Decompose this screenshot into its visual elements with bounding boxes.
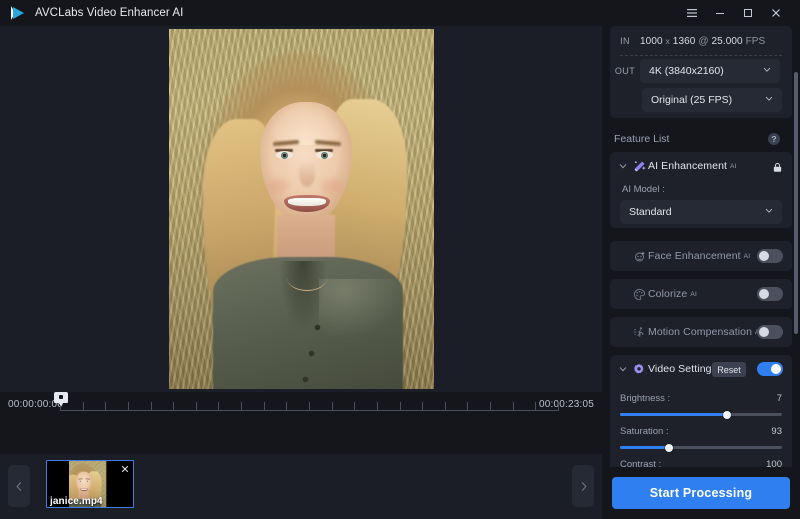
feature-card-ai-enhancement[interactable]: AI Enhancement AI AI Model : Standard — [610, 152, 792, 228]
video-preview-area[interactable] — [0, 26, 602, 392]
video-settings-toggle[interactable] — [757, 362, 783, 376]
palette-icon — [630, 288, 648, 301]
brightness-slider[interactable] — [620, 410, 782, 419]
title-bar: AVCLabs Video Enhancer AI — [0, 0, 800, 26]
input-height: 1360 — [672, 35, 696, 47]
start-processing-bar: Start Processing — [602, 467, 800, 519]
colorize-header[interactable]: Colorize AI — [610, 279, 792, 309]
feature-list-header: Feature List ? — [614, 130, 792, 148]
brightness-row: Brightness : 7 — [620, 393, 782, 407]
ai-badge: AI — [743, 252, 751, 260]
saturation-value: 93 — [771, 426, 782, 437]
playhead-marker[interactable] — [54, 392, 68, 406]
chevron-down-icon — [764, 94, 774, 107]
gear-icon — [630, 363, 648, 375]
ai-enhancement-label: AI Enhancement — [648, 160, 728, 172]
video-settings-header[interactable]: Video Settings Reset — [610, 355, 792, 383]
settings-panel: IN 1000 x 1360 @ 25.000 FPS OUT 4K (3840… — [602, 26, 800, 519]
output-fps-value: Original (25 FPS) — [651, 94, 733, 106]
chevron-right-icon[interactable] — [572, 465, 594, 507]
input-width: 1000 — [640, 35, 663, 47]
ai-enhancement-header[interactable]: AI Enhancement AI — [610, 152, 792, 180]
saturation-slider[interactable] — [620, 443, 782, 452]
help-icon[interactable]: ? — [768, 133, 780, 145]
hamburger-icon[interactable] — [678, 0, 706, 26]
output-resolution-select[interactable]: 4K (3840x2160) — [640, 59, 780, 83]
brightness-value: 7 — [776, 393, 782, 404]
reset-button[interactable]: Reset — [712, 362, 746, 377]
close-icon[interactable] — [762, 0, 790, 26]
ai-badge: AI — [690, 290, 698, 298]
chevron-left-icon[interactable] — [8, 465, 30, 507]
feature-list-label: Feature List — [614, 133, 670, 145]
output-fps-select[interactable]: Original (25 FPS) — [642, 88, 782, 112]
window-controls — [678, 0, 800, 26]
ai-model-value: Standard — [629, 206, 672, 218]
ai-model-select[interactable]: Standard — [620, 200, 782, 224]
settings-scrollbar[interactable] — [794, 72, 798, 334]
in-label: IN — [620, 36, 630, 46]
motion-compensation-header[interactable]: Motion Compensation AI — [610, 317, 792, 347]
output-resolution-row: OUT 4K (3840x2160) — [610, 58, 792, 84]
maximize-icon[interactable] — [734, 0, 762, 26]
start-processing-button[interactable]: Start Processing — [612, 477, 790, 509]
saturation-label: Saturation : — [620, 426, 669, 437]
colorize-toggle[interactable] — [757, 287, 783, 301]
chevron-down-icon[interactable] — [618, 364, 630, 374]
filmstrip-item-filename: janice.mp4 — [50, 496, 103, 507]
ai-model-label: AI Model : — [622, 184, 665, 195]
feature-card-face-enhancement[interactable]: Face Enhancement AI — [610, 241, 792, 271]
preview-image — [169, 29, 434, 389]
feature-card-colorize[interactable]: Colorize AI — [610, 279, 792, 309]
face-enhancement-toggle[interactable] — [757, 249, 783, 263]
face-enhancement-label: Face Enhancement — [648, 250, 741, 262]
ai-badge: AI — [730, 162, 737, 170]
timeline[interactable]: 00:00:00:00 00:00:23:05 Add — [0, 392, 602, 454]
filmstrip-item-janice[interactable]: janice.mp4 — [46, 460, 134, 508]
output-resolution-value: 4K (3840x2160) — [649, 65, 724, 77]
motion-compensation-toggle[interactable] — [757, 325, 783, 339]
video-frame — [169, 29, 434, 389]
input-info-row: IN 1000 x 1360 @ 25.000 FPS — [610, 30, 792, 52]
help-icon-glyph: ? — [771, 134, 777, 144]
settings-scroll-area[interactable]: IN 1000 x 1360 @ 25.000 FPS OUT 4K (3840… — [602, 26, 800, 476]
timeline-ticks — [60, 402, 559, 411]
motion-icon — [630, 326, 648, 339]
start-processing-label: Start Processing — [649, 486, 753, 500]
app-title: AVCLabs Video Enhancer AI — [35, 7, 184, 19]
app-logo-icon — [8, 3, 28, 23]
feature-card-motion-compensation[interactable]: Motion Compensation AI — [610, 317, 792, 347]
timeline-ruler[interactable]: 00:00:00:00 00:00:23:05 — [0, 392, 602, 418]
io-divider — [620, 55, 782, 56]
out-label: OUT — [614, 66, 636, 76]
face-enhancement-header[interactable]: Face Enhancement AI — [610, 241, 792, 271]
remove-item-close-icon[interactable] — [119, 463, 130, 474]
magic-sparkle-icon — [630, 160, 648, 173]
chevron-down-icon — [762, 65, 772, 78]
video-settings-label: Video Settings — [648, 363, 717, 375]
input-fps-unit: FPS — [745, 35, 766, 47]
reset-button-label: Reset — [717, 364, 741, 375]
input-spec: 1000 x 1360 @ 25.000 FPS — [640, 36, 765, 47]
io-card: IN 1000 x 1360 @ 25.000 FPS OUT 4K (3840… — [610, 26, 792, 118]
app-window: AVCLabs Video Enhancer AI 00:00:00:00 00… — [0, 0, 800, 519]
colorize-label: Colorize — [648, 288, 688, 300]
input-fps-value: 25.000 — [711, 35, 743, 47]
lock-icon — [772, 160, 783, 178]
feature-card-video-settings[interactable]: Video Settings Reset Brightness : 7 Satu… — [610, 355, 792, 476]
motion-compensation-label: Motion Compensation — [648, 326, 753, 338]
input-dimension-separator: x — [665, 35, 670, 46]
input-at-symbol: @ — [698, 35, 709, 47]
brightness-label: Brightness : — [620, 393, 671, 404]
minimize-icon[interactable] — [706, 0, 734, 26]
chevron-down-icon — [764, 206, 774, 219]
face-icon — [630, 250, 648, 263]
chevron-down-icon[interactable] — [618, 161, 630, 171]
saturation-row: Saturation : 93 — [620, 426, 782, 440]
